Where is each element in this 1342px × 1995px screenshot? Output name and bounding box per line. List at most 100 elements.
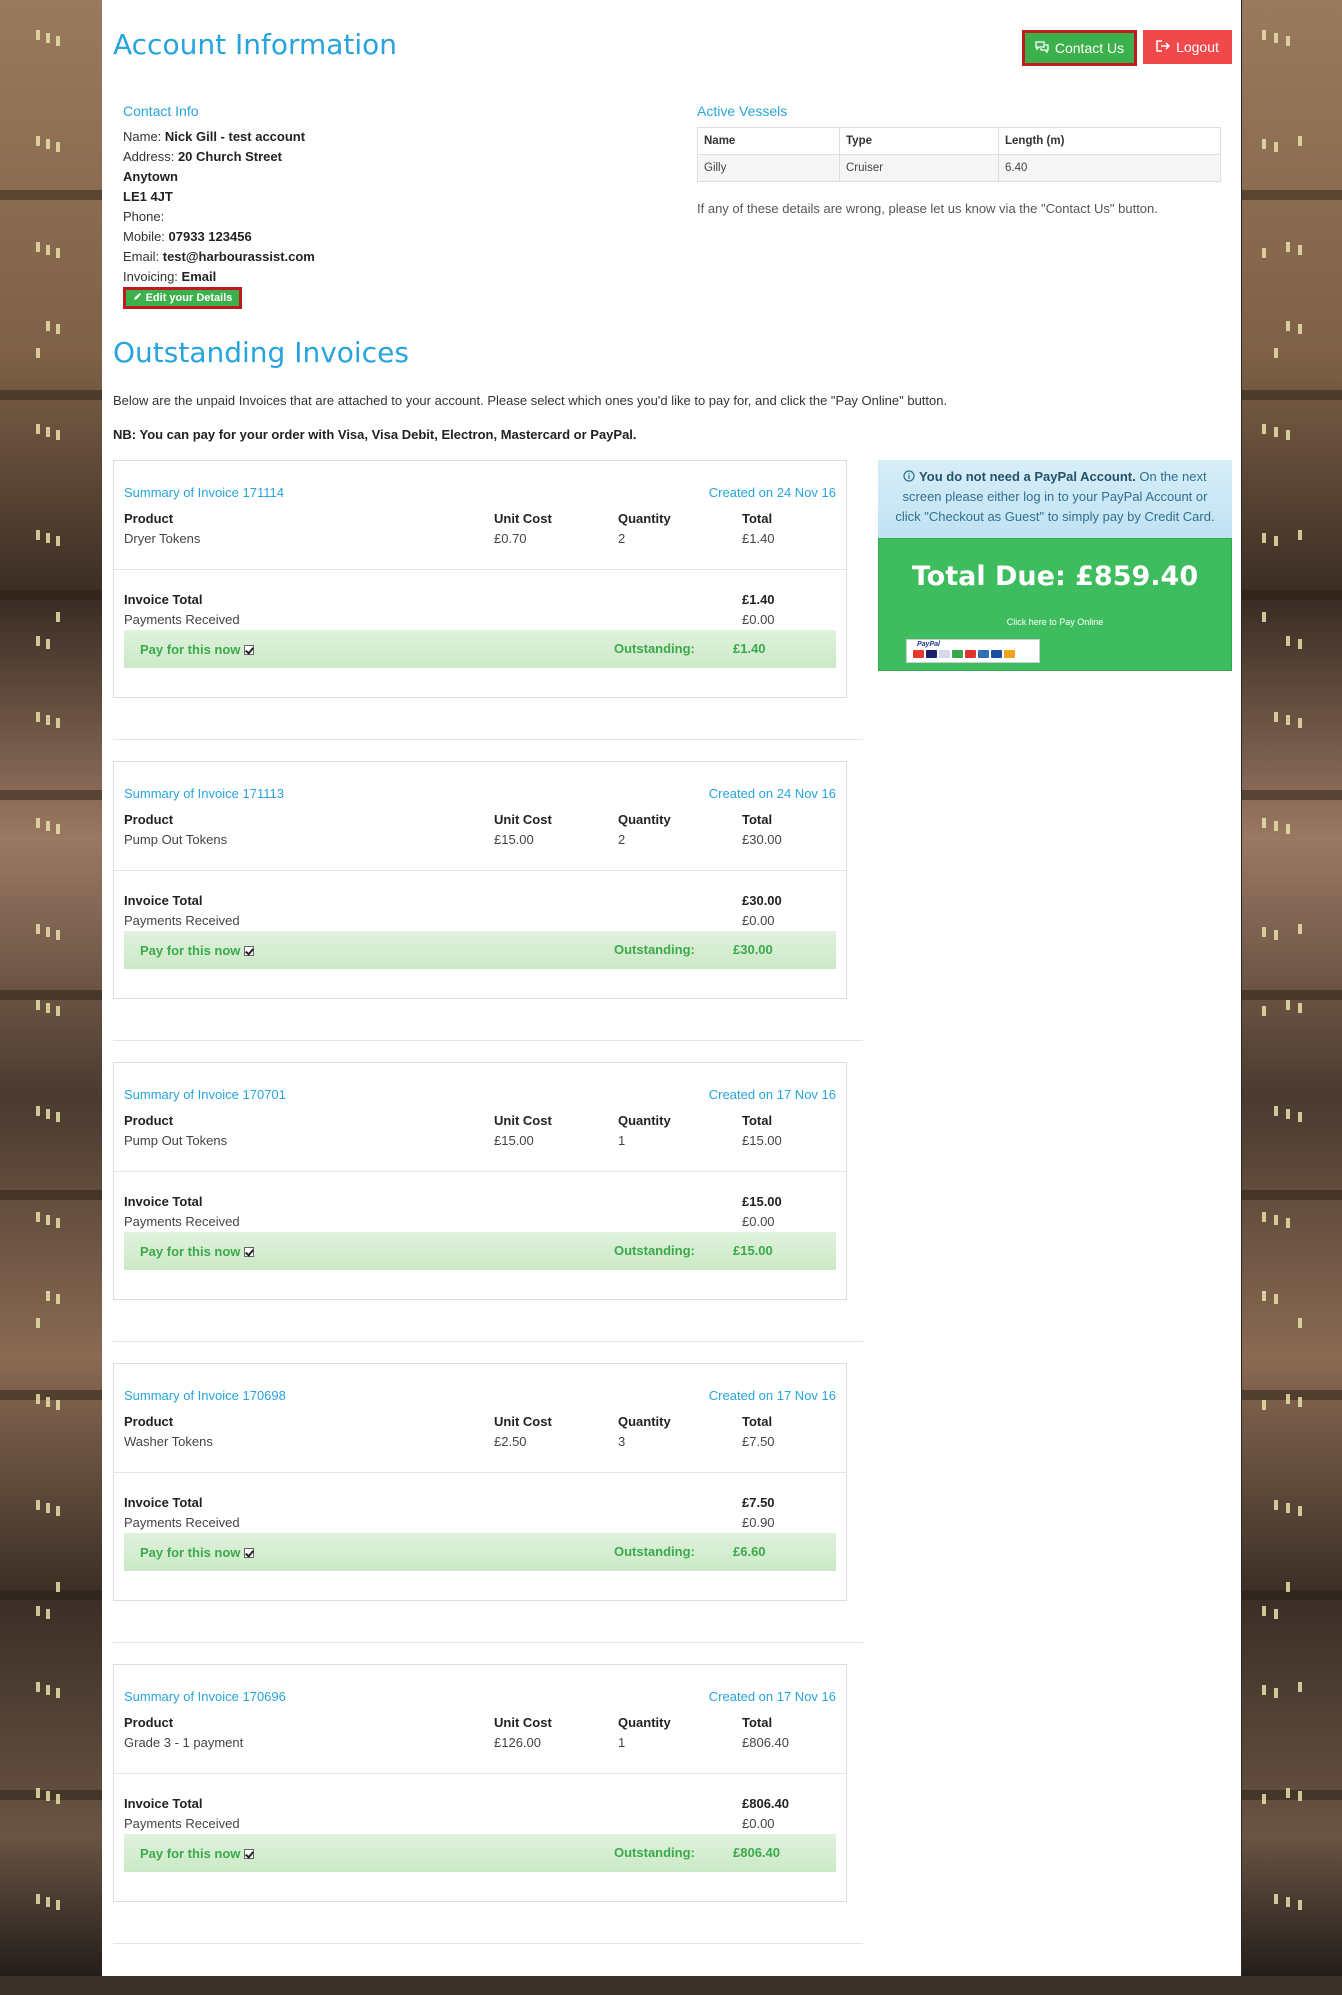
logout-button[interactable]: Logout: [1143, 30, 1232, 64]
line-product: Pump Out Tokens: [124, 1133, 228, 1148]
background-window: [1262, 1291, 1266, 1301]
invoicing-label: Invoicing:: [123, 269, 178, 284]
payments-received-value: £0.00: [742, 612, 775, 627]
invoice-title: Summary of Invoice 170698: [124, 1388, 286, 1403]
page-title: Account Information: [113, 28, 398, 61]
vessel-length: 6.40: [998, 154, 1221, 182]
background-window: [1298, 1112, 1302, 1122]
phone-label: Phone:: [123, 209, 165, 224]
background-window: [46, 33, 50, 43]
col-unit-cost: Unit Cost: [494, 1715, 552, 1730]
background-window: [1286, 1394, 1290, 1404]
visa-debit-icon: [991, 650, 1002, 658]
background-window: [56, 1582, 60, 1592]
outstanding-value: £30.00: [733, 942, 773, 957]
background-window: [1274, 1688, 1278, 1698]
col-total: Total: [742, 812, 773, 827]
maestro-icon: [926, 650, 937, 658]
pay-now-checkbox[interactable]: [244, 1246, 255, 1257]
line-product: Grade 3 - 1 payment: [124, 1735, 244, 1750]
line-product: Washer Tokens: [124, 1434, 213, 1449]
background-window: [36, 818, 40, 828]
background-window: [1286, 1109, 1290, 1119]
pay-now-toggle[interactable]: Pay for this now: [140, 943, 255, 958]
pay-now-checkbox[interactable]: [244, 644, 255, 655]
invoice-card: Summary of Invoice 171113 Created on 24 N…: [113, 761, 847, 999]
background-window: [46, 1109, 50, 1119]
invoice-separator: [113, 1040, 863, 1041]
background-window: [56, 36, 60, 46]
logout-icon: [1156, 39, 1171, 55]
invoice-total-value: £806.40: [742, 1796, 789, 1811]
line-quantity: 1: [618, 1133, 626, 1148]
invoices-intro: Below are the unpaid Invoices that are a…: [113, 393, 948, 408]
vessels-note: If any of these details are wrong, pleas…: [697, 201, 1158, 216]
invoice-created-date: Created on 24 Nov 16: [708, 485, 836, 500]
pay-now-bar: Pay for this now Outstanding: £15.00: [124, 1232, 836, 1270]
invoice-total-label: Invoice Total: [124, 1194, 203, 1209]
invoice-divider: [114, 1773, 846, 1774]
invoice-total-value: £7.50: [742, 1495, 775, 1510]
background-photo-right: [1242, 0, 1342, 1995]
contact-mobile-row: Mobile: 07933 123456: [123, 227, 315, 247]
background-window: [1298, 1397, 1302, 1407]
pay-now-checkbox[interactable]: [244, 945, 255, 956]
contact-us-button[interactable]: Contact Us: [1022, 30, 1137, 66]
col-product: Product: [124, 511, 174, 526]
email-label: Email:: [123, 249, 160, 264]
payments-received-value: £0.00: [742, 1214, 775, 1229]
outstanding-label: Outstanding:: [614, 1243, 695, 1258]
background-window: [1262, 1212, 1266, 1222]
invoice-divider: [114, 1171, 846, 1172]
background-window: [56, 1294, 60, 1304]
col-unit-cost: Unit Cost: [494, 1113, 552, 1128]
address-line2: Anytown: [123, 169, 178, 184]
background-window: [56, 536, 60, 546]
pay-now-bar: Pay for this now Outstanding: £30.00: [124, 931, 836, 969]
background-window: [56, 612, 60, 622]
invoice-title: Summary of Invoice 171114: [124, 485, 284, 500]
edit-details-button[interactable]: Edit your Details: [123, 287, 242, 309]
background-window: [1298, 718, 1302, 728]
background-window: [36, 636, 40, 646]
pay-now-checkbox[interactable]: [244, 1848, 255, 1859]
pay-now-toggle[interactable]: Pay for this now: [140, 1545, 255, 1560]
col-product: Product: [124, 1113, 174, 1128]
pay-now-label: Pay for this now: [140, 642, 241, 657]
background-window: [46, 639, 50, 649]
background-window: [1274, 348, 1278, 358]
line-unit-cost: £2.50: [494, 1434, 527, 1449]
background-window: [1286, 824, 1290, 834]
vessels-col-length: Length (m): [998, 127, 1221, 155]
line-unit-cost: £15.00: [494, 1133, 534, 1148]
pay-online-panel[interactable]: Total Due: £859.40 Click here to Pay Onl…: [878, 538, 1232, 671]
background-window: [46, 321, 50, 331]
pay-now-toggle[interactable]: Pay for this now: [140, 1846, 255, 1861]
background-window: [1274, 142, 1278, 152]
outstanding-label: Outstanding:: [614, 1544, 695, 1559]
invoice-created-date: Created on 17 Nov 16: [708, 1689, 836, 1704]
pay-now-toggle[interactable]: Pay for this now: [140, 1244, 255, 1259]
background-window: [1298, 245, 1302, 255]
col-unit-cost: Unit Cost: [494, 511, 552, 526]
pay-online-link[interactable]: Click here to Pay Online: [879, 617, 1231, 627]
background-window: [1298, 1900, 1302, 1910]
background-window: [1298, 1003, 1302, 1013]
line-product: Pump Out Tokens: [124, 832, 228, 847]
card-icons: [913, 650, 1015, 658]
pay-now-toggle[interactable]: Pay for this now: [140, 642, 255, 657]
background-window: [36, 1106, 40, 1116]
outstanding-label: Outstanding:: [614, 1845, 695, 1860]
col-quantity: Quantity: [618, 812, 671, 827]
background-window: [36, 1318, 40, 1328]
pay-now-checkbox[interactable]: [244, 1547, 255, 1558]
background-window: [56, 1218, 60, 1228]
active-vessels-heading: Active Vessels: [697, 103, 788, 119]
payments-received-label: Payments Received: [124, 1214, 240, 1229]
col-unit-cost: Unit Cost: [494, 812, 552, 827]
invoice-card: Summary of Invoice 171114 Created on 24 N…: [113, 460, 847, 698]
vessel-name: Gilly: [697, 154, 840, 182]
vessels-table: Name Type Length (m) Gilly Cruiser 6.40: [697, 127, 1221, 182]
paypal-logo[interactable]: PayPal: [906, 639, 1040, 663]
background-window: [36, 1788, 40, 1798]
